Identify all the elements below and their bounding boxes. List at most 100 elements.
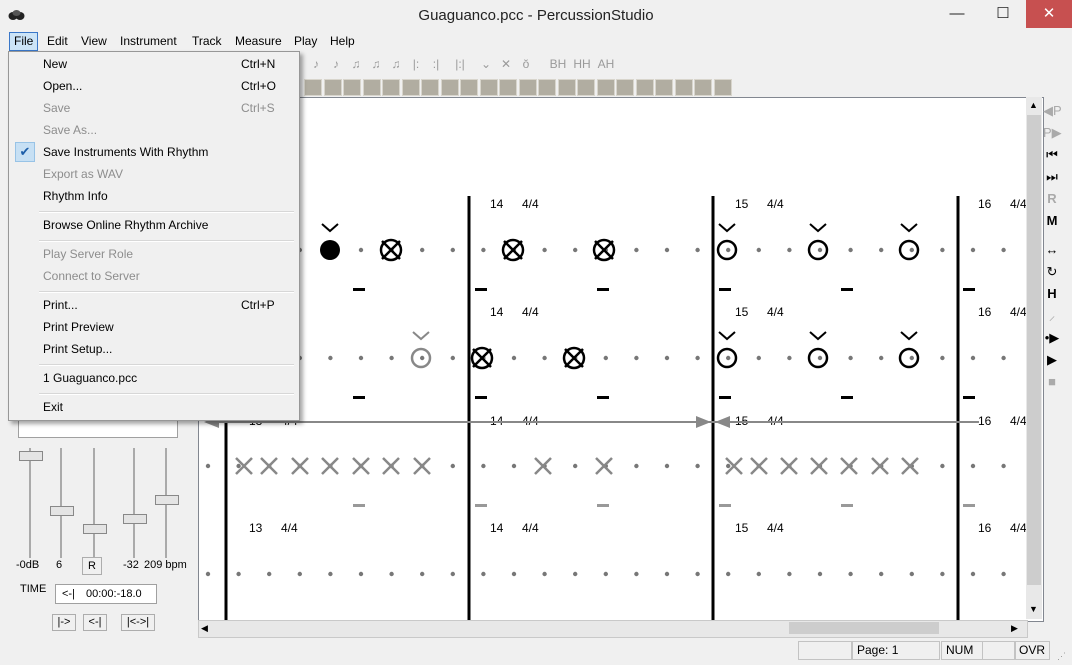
- pitch-slider-a[interactable]: [83, 448, 107, 558]
- tool-6-icon[interactable]: |:: [408, 56, 424, 72]
- scroll-down-icon[interactable]: ▼: [1029, 604, 1038, 614]
- loop-range-button[interactable]: |<->|: [121, 614, 155, 631]
- tool-5-icon[interactable]: ♫: [388, 56, 404, 72]
- maximize-button[interactable]: ☐: [980, 0, 1026, 28]
- m-mode-icon[interactable]: M: [1043, 212, 1061, 230]
- instrument-swatch[interactable]: [577, 79, 595, 96]
- slider-thumb[interactable]: [155, 495, 179, 505]
- scroll-up-icon[interactable]: ▲: [1029, 100, 1038, 110]
- minimize-button[interactable]: —: [934, 0, 980, 28]
- scroll-right-icon[interactable]: ▶: [1011, 623, 1018, 634]
- instrument-swatch[interactable]: [304, 79, 322, 96]
- play-from-icon[interactable]: •▶: [1043, 329, 1061, 347]
- r-mode-icon[interactable]: R: [1043, 190, 1061, 208]
- menu-help[interactable]: Help: [326, 33, 359, 50]
- instrument-swatch[interactable]: [460, 79, 478, 96]
- to-end-button[interactable]: <-|: [83, 614, 107, 631]
- instrument-swatch[interactable]: [382, 79, 400, 96]
- instrument-swatch[interactable]: [557, 79, 576, 96]
- time-display[interactable]: <-| 00:00:-18.0: [55, 584, 157, 604]
- loop-icon[interactable]: ↻: [1043, 263, 1061, 281]
- instrument-swatch[interactable]: [362, 79, 381, 96]
- vertical-scroll-thumb[interactable]: [1027, 115, 1041, 585]
- time-back-button[interactable]: <-|: [62, 588, 75, 600]
- cross-icon[interactable]: ✕: [498, 56, 514, 72]
- slider-thumb[interactable]: [19, 451, 43, 461]
- slider-thumb[interactable]: [83, 524, 107, 534]
- file-menu-item-new[interactable]: New Ctrl+N: [9, 54, 297, 74]
- tool-1-icon[interactable]: ♪: [308, 56, 324, 72]
- skip-start-icon[interactable]: ⏮: [1043, 146, 1061, 164]
- instrument-swatch[interactable]: [499, 79, 517, 96]
- instrument-swatch[interactable]: [440, 79, 459, 96]
- file-menu-item-browse-online-rhythm-archive[interactable]: Browse Online Rhythm Archive: [9, 215, 297, 235]
- close-button[interactable]: ✕: [1026, 0, 1072, 28]
- skip-end-icon[interactable]: ⏭: [1043, 168, 1061, 186]
- instrument-swatch[interactable]: [713, 79, 732, 96]
- vertical-scrollbar[interactable]: ▲ ▼: [1026, 97, 1042, 619]
- file-menu-item-print[interactable]: Print... Ctrl+P: [9, 295, 297, 315]
- pitch-slider[interactable]: [123, 448, 147, 558]
- slider-thumb[interactable]: [50, 506, 74, 516]
- expand-icon[interactable]: ↔: [1043, 241, 1061, 259]
- accent-icon[interactable]: ⌄: [478, 56, 494, 72]
- tool-8-icon[interactable]: |:|: [452, 56, 468, 72]
- ghost-icon[interactable]: ŏ: [518, 56, 534, 72]
- instrument-swatch[interactable]: [479, 79, 498, 96]
- file-menu-item-print-preview[interactable]: Print Preview: [9, 317, 297, 337]
- instrument-name-field[interactable]: [18, 418, 178, 438]
- tool-ah-icon[interactable]: AH: [596, 56, 616, 72]
- beat-dot: [389, 571, 394, 577]
- beat-dot: [481, 571, 486, 577]
- instrument-swatch[interactable]: [323, 79, 342, 96]
- horizontal-scrollbar[interactable]: ◀ ▶: [198, 620, 1028, 638]
- resize-grip-icon[interactable]: ⋰: [1057, 651, 1066, 662]
- menu-edit[interactable]: Edit: [43, 33, 72, 50]
- horizontal-scroll-thumb[interactable]: [789, 622, 939, 634]
- next-page-icon[interactable]: P▶: [1043, 124, 1062, 142]
- stop-icon[interactable]: ■: [1043, 373, 1061, 391]
- tool-hh-icon[interactable]: HH: [572, 56, 592, 72]
- instrument-swatch[interactable]: [421, 79, 439, 96]
- menu-track[interactable]: Track: [188, 33, 226, 50]
- score-canvas[interactable]: 14 4/4 15 4/4 16 4/4 14 4/4 15 4/4 16 4/4 13 4/4 14 4/4…: [198, 97, 1044, 622]
- instrument-swatch[interactable]: [596, 79, 615, 96]
- tool-4-icon[interactable]: ♫: [368, 56, 384, 72]
- file-menu-item-rhythm-info[interactable]: Rhythm Info: [9, 186, 297, 206]
- file-menu-item-1-guaguanco-pcc[interactable]: 1 Guaguanco.pcc: [9, 368, 297, 388]
- play-icon[interactable]: ▶: [1043, 351, 1061, 369]
- reset-button[interactable]: R: [82, 557, 102, 575]
- instrument-swatch[interactable]: [655, 79, 673, 96]
- menu-view[interactable]: View: [77, 33, 111, 50]
- h-mode-icon[interactable]: H: [1043, 285, 1061, 303]
- scroll-left-icon[interactable]: ◀: [201, 623, 208, 634]
- to-start-button[interactable]: |->: [52, 614, 76, 631]
- tool-7-icon[interactable]: :|: [428, 56, 444, 72]
- pan-slider[interactable]: [50, 448, 74, 558]
- muted-stroke: [291, 457, 309, 475]
- menu-measure[interactable]: Measure: [231, 33, 286, 50]
- prev-page-icon[interactable]: ◀P: [1043, 102, 1062, 120]
- tool-bh-icon[interactable]: BH: [548, 56, 568, 72]
- file-menu-item-open[interactable]: Open... Ctrl+O: [9, 76, 297, 96]
- instrument-swatch[interactable]: [616, 79, 634, 96]
- pick-icon[interactable]: ⸝: [1043, 307, 1061, 325]
- instrument-swatch[interactable]: [518, 79, 537, 96]
- file-menu-item-exit[interactable]: Exit: [9, 397, 297, 417]
- tempo-slider[interactable]: [155, 448, 179, 558]
- file-menu-item-print-setup[interactable]: Print Setup...: [9, 339, 297, 359]
- instrument-swatch[interactable]: [635, 79, 654, 96]
- instrument-swatch[interactable]: [343, 79, 361, 96]
- menu-instrument[interactable]: Instrument: [116, 33, 181, 50]
- file-menu-item-save-instruments-with-rhythm[interactable]: ✔ Save Instruments With Rhythm: [9, 142, 297, 162]
- instrument-swatch[interactable]: [538, 79, 556, 96]
- slider-thumb[interactable]: [123, 514, 147, 524]
- tool-3-icon[interactable]: ♫: [348, 56, 364, 72]
- menu-file[interactable]: File: [9, 32, 39, 51]
- tool-2-icon[interactable]: ♪: [328, 56, 344, 72]
- menu-play[interactable]: Play: [290, 33, 321, 50]
- instrument-swatch[interactable]: [401, 79, 420, 96]
- instrument-swatch[interactable]: [694, 79, 712, 96]
- instrument-swatch[interactable]: [674, 79, 693, 96]
- volume-slider[interactable]: [19, 448, 43, 558]
